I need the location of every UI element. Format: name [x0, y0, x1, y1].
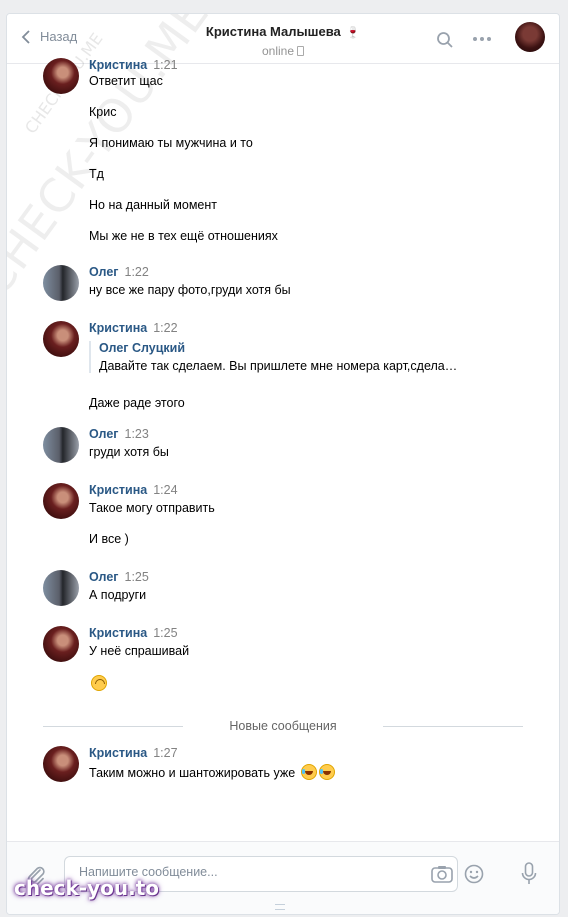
message-text: Даже раде этого: [89, 396, 185, 410]
paperclip-icon[interactable]: [25, 864, 47, 886]
author-name[interactable]: Олег: [89, 265, 119, 279]
message-header: Кристина 1:27: [89, 746, 178, 760]
message-text: ну все же пару фото,груди хотя бы: [89, 283, 291, 297]
divider-line-right: [383, 726, 523, 727]
more-icon[interactable]: [472, 36, 492, 42]
message-time[interactable]: 1:22: [153, 321, 177, 335]
avatar[interactable]: [43, 265, 79, 301]
message-header: Кристина 1:24: [89, 483, 178, 497]
message-header: Олег 1:22: [89, 265, 149, 279]
message-composer: [7, 841, 559, 914]
message-time[interactable]: 1:25: [153, 626, 177, 640]
resize-grip[interactable]: [275, 904, 285, 910]
message-header: Олег 1:25: [89, 570, 149, 584]
message-header: Кристина 1:21: [89, 58, 178, 72]
message-header: Олег 1:23: [89, 427, 149, 441]
avatar[interactable]: [43, 58, 79, 94]
message-text: Но на данный момент: [89, 198, 217, 212]
message-text: Ответит щас: [89, 74, 163, 88]
message-time[interactable]: 1:24: [153, 483, 177, 497]
author-name[interactable]: Олег: [89, 427, 119, 441]
message-text: А подруги: [89, 588, 147, 602]
message-time[interactable]: 1:27: [153, 746, 177, 760]
author-name[interactable]: Кристина: [89, 321, 147, 335]
message-text: Такое могу отправить: [89, 501, 215, 515]
message-time[interactable]: 1:23: [125, 427, 149, 441]
joy-face-icon: [318, 764, 335, 780]
emoji-smile-icon[interactable]: [464, 864, 484, 884]
forwarded-quote[interactable]: Олег Слуцкий Давайте так сделаем. Вы при…: [89, 341, 457, 373]
upside-down-face-icon: [91, 675, 107, 691]
message-text-line: Таким можно и шантожировать уже: [89, 764, 335, 780]
camera-icon[interactable]: [431, 865, 453, 883]
wine-glass-icon: 🍷: [346, 27, 361, 39]
author-name[interactable]: Кристина: [89, 746, 147, 760]
chat-header: Назад Кристина Малышева 🍷 online: [7, 14, 559, 64]
message-time[interactable]: 1:22: [125, 265, 149, 279]
message-header: Кристина 1:25: [89, 626, 178, 640]
contact-name: Кристина Малышева: [205, 24, 341, 39]
message-input-box[interactable]: [64, 856, 458, 892]
quote-author[interactable]: Олег Слуцкий: [99, 341, 457, 355]
message-text: Я понимаю ты мужчина и то: [89, 136, 253, 150]
message-time[interactable]: 1:25: [125, 570, 149, 584]
message-header: Кристина 1:22: [89, 321, 178, 335]
search-icon[interactable]: [436, 31, 454, 49]
avatar[interactable]: [43, 746, 79, 782]
avatar[interactable]: [43, 321, 79, 357]
message-text: Таким можно и шантожировать уже: [89, 766, 296, 780]
message-text: Мы же не в тех ещё отношениях: [89, 229, 278, 243]
avatar[interactable]: [43, 483, 79, 519]
message-emoji: [89, 675, 107, 691]
chat-panel: Назад Кристина Малышева 🍷 online CHECK-Y…: [6, 13, 560, 915]
joy-face-icon: [300, 764, 317, 780]
new-messages-divider: Новые сообщения: [43, 719, 523, 733]
author-name[interactable]: Кристина: [89, 58, 147, 72]
online-status: online: [261, 44, 295, 58]
avatar[interactable]: [43, 427, 79, 463]
message-text: Крис: [89, 105, 117, 119]
message-text: И все ): [89, 532, 129, 546]
author-name[interactable]: Олег: [89, 570, 119, 584]
avatar[interactable]: [43, 626, 79, 662]
message-text: У неё спрашивай: [89, 644, 190, 658]
message-text: Тд: [89, 167, 104, 181]
author-name[interactable]: Кристина: [89, 626, 147, 640]
message-time[interactable]: 1:21: [153, 58, 177, 72]
message-input[interactable]: [77, 864, 421, 880]
author-name[interactable]: Кристина: [89, 483, 147, 497]
mobile-phone-icon: [297, 46, 305, 56]
avatar[interactable]: [43, 570, 79, 606]
microphone-icon[interactable]: [521, 862, 537, 886]
contact-avatar[interactable]: [515, 22, 545, 52]
message-text: груди хотя бы: [89, 445, 169, 459]
quote-text: Давайте так сделаем. Вы пришлете мне ном…: [99, 359, 458, 373]
